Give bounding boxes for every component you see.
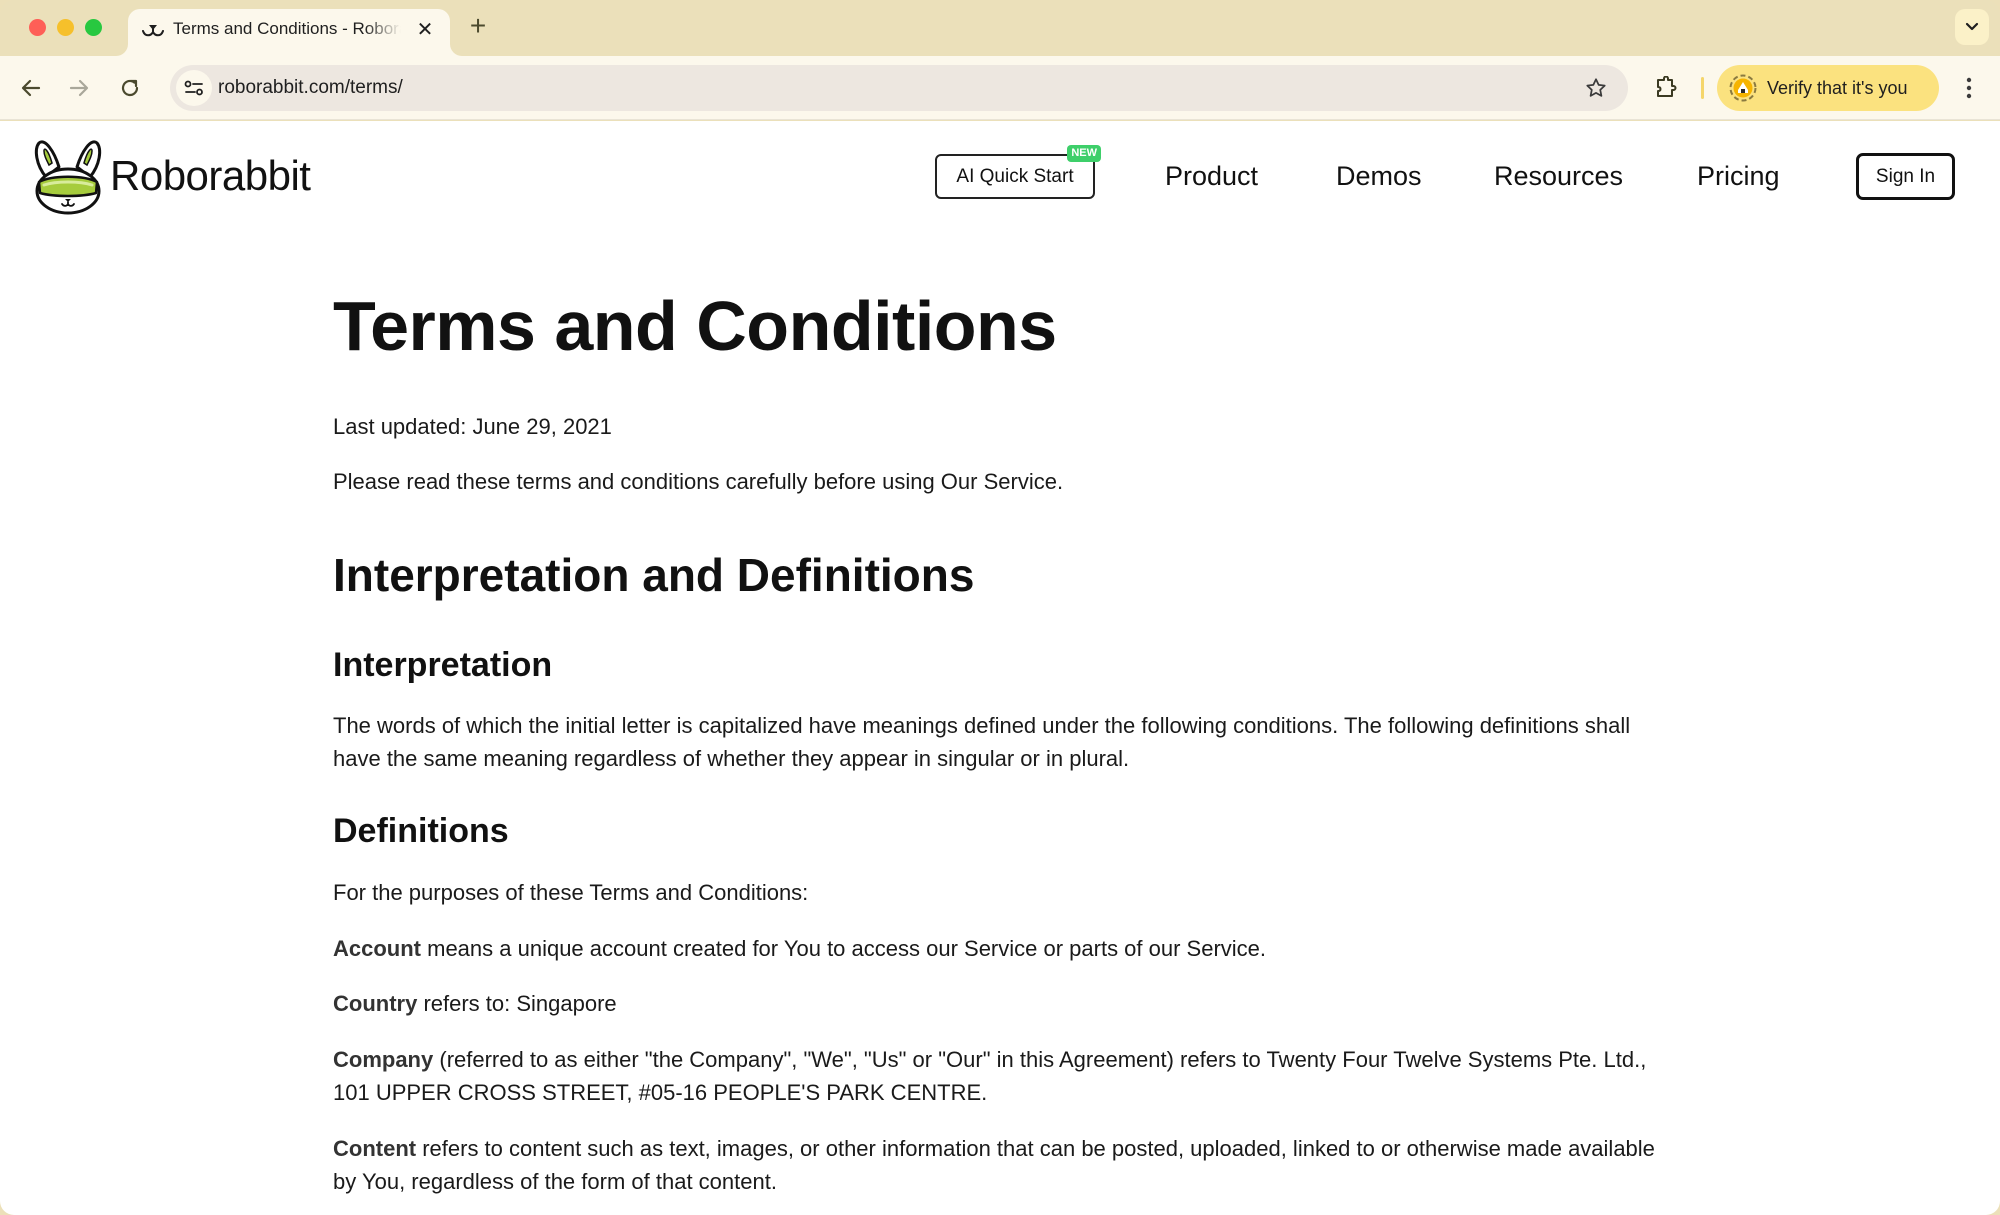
definition-item: Company (referred to as either "the Comp… [333, 1043, 1673, 1109]
reload-icon [121, 79, 139, 97]
minimize-window-button[interactable] [57, 19, 74, 36]
maximize-window-button[interactable] [85, 19, 102, 36]
close-window-button[interactable] [29, 19, 46, 36]
definition-item: Account means a unique account created f… [333, 932, 1673, 965]
url-text[interactable]: roborabbit.com/terms/ [218, 76, 403, 100]
menu-icon[interactable] [1955, 70, 1983, 106]
site-info-icon[interactable] [176, 70, 212, 106]
tab-title: Terms and Conditions - Roborabbit [173, 19, 401, 38]
site-header: Roborabbit AI Quick Start NEW Product De… [0, 121, 2000, 231]
tab-search-icon[interactable] [1955, 9, 1989, 45]
tab-strip: Terms and Conditions - Roborabbit ✕ + [0, 0, 2000, 56]
site-logo[interactable]: Roborabbit [32, 137, 311, 215]
definition-text: means a unique account created for You t… [421, 936, 1267, 961]
definition-text: refers to: Singapore [417, 991, 617, 1016]
definition-term: Company [333, 1047, 434, 1072]
intro-paragraph: Please read these terms and conditions c… [333, 469, 1064, 494]
address-bar[interactable]: roborabbit.com/terms/ [170, 65, 1628, 111]
rabbit-nose-icon [142, 25, 164, 37]
logo-text: Roborabbit [110, 152, 311, 199]
interpretation-heading: Interpretation [333, 646, 553, 684]
web-page: Roborabbit AI Quick Start NEW Product De… [0, 121, 2000, 1215]
page-title: Terms and Conditions [333, 287, 1057, 365]
nav-link-product[interactable]: Product [1165, 159, 1258, 193]
definition-term: Content [333, 1136, 417, 1161]
forward-icon [69, 79, 89, 97]
new-tab-icon[interactable]: + [466, 12, 490, 41]
definitions-heading: Definitions [333, 812, 509, 850]
ai-quick-start-label: AI Quick Start [956, 165, 1074, 187]
section-heading: Interpretation and Definitions [333, 549, 975, 601]
interpretation-body: The words of which the initial letter is… [333, 713, 1631, 771]
sign-in-button[interactable]: Sign In [1856, 153, 1955, 200]
verify-label: Verify that it's you [1767, 77, 1908, 98]
definitions-intro: For the purposes of these Terms and Cond… [333, 880, 809, 905]
profile-icon [1729, 74, 1757, 102]
nav-link-demos[interactable]: Demos [1336, 159, 1422, 193]
definition-item: Country refers to: Singapore [333, 987, 1673, 1020]
forward-button[interactable] [61, 70, 97, 106]
nav-link-resources[interactable]: Resources [1494, 159, 1623, 193]
reload-button[interactable] [112, 70, 148, 106]
definition-item: Content refers to content such as text, … [333, 1132, 1673, 1198]
definition-term: Account [333, 936, 421, 961]
bookmark-star-icon[interactable] [1582, 74, 1610, 102]
definition-term: Country [333, 991, 418, 1016]
extensions-icon[interactable] [1648, 70, 1684, 106]
verify-identity-button[interactable]: Verify that it's you [1717, 65, 1939, 111]
definition-text: (referred to as either "the Company", "W… [333, 1047, 1647, 1105]
nav-link-pricing[interactable]: Pricing [1697, 159, 1780, 193]
definition-text: refers to content such as text, images, … [333, 1136, 1655, 1194]
browser-toolbar: roborabbit.com/terms/ Verify that it's y… [0, 56, 2000, 120]
back-button[interactable] [13, 70, 49, 106]
close-tab-icon[interactable]: ✕ [414, 18, 436, 41]
back-icon [21, 79, 41, 97]
browser-window: Terms and Conditions - Roborabbit ✕ + ro… [0, 0, 2000, 1215]
toolbar-divider [1701, 77, 1704, 99]
rabbit-logo-icon [34, 140, 102, 215]
new-badge: NEW [1067, 145, 1101, 162]
last-updated: Last updated: June 29, 2021 [333, 414, 612, 439]
ai-quick-start-button[interactable]: AI Quick Start NEW [935, 145, 1101, 199]
browser-tab-active[interactable]: Terms and Conditions - Roborabbit ✕ [128, 9, 450, 56]
